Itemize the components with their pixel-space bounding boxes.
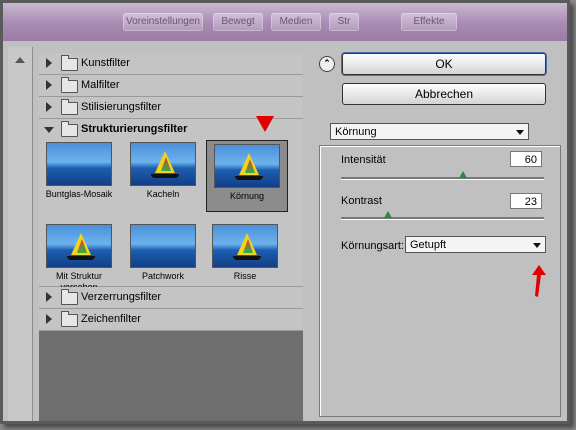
- category-malfilter[interactable]: Malfilter: [39, 75, 303, 97]
- titlebar-item-str[interactable]: Str: [329, 13, 359, 31]
- thumbnail-image: [214, 144, 280, 188]
- expand-triangle-icon[interactable]: [46, 292, 52, 302]
- grain-type-select[interactable]: Getupft: [405, 236, 546, 253]
- thumbnail-image: [46, 224, 112, 268]
- folder-icon: [61, 99, 78, 115]
- titlebar-item-medien[interactable]: Medien: [271, 13, 321, 31]
- grain-type-value: Getupft: [410, 239, 447, 251]
- expand-triangle-icon[interactable]: [46, 314, 52, 324]
- titlebar-item-effekte[interactable]: Effekte: [401, 13, 457, 31]
- filter-thumb-buntglas-mosaik[interactable]: Buntglas-Mosaik: [45, 142, 113, 200]
- chevron-down-icon: [533, 243, 541, 248]
- thumbnail-label: Risse: [233, 271, 257, 281]
- category-label: Zeichenfilter: [81, 313, 141, 325]
- scroll-up-icon[interactable]: [15, 57, 25, 63]
- collapse-triangle-icon[interactable]: [44, 127, 54, 133]
- category-label: Strukturierungsfilter: [81, 123, 188, 135]
- category-zeichenfilter[interactable]: Zeichenfilter: [39, 309, 303, 331]
- ok-button[interactable]: OK: [342, 53, 546, 75]
- folder-icon: [61, 77, 78, 93]
- category-label: Stilisierungsfilter: [81, 101, 162, 113]
- filter-thumb-patchwork[interactable]: Patchwork: [129, 224, 197, 282]
- intensity-input[interactable]: 60: [510, 151, 542, 167]
- grain-type-label: Körnungsart:: [341, 240, 404, 252]
- thumbnail-label: Körnung: [229, 191, 265, 201]
- thumbnail-image: [46, 142, 112, 186]
- contrast-input[interactable]: 23: [510, 193, 542, 209]
- filter-select[interactable]: Körnung: [330, 123, 529, 140]
- filter-thumbnails: Buntglas-Mosaik Kacheln Körnung Mit Stru…: [39, 140, 303, 292]
- filter-settings-panel: [319, 145, 561, 417]
- folder-icon: [61, 311, 78, 327]
- chevron-down-icon: [516, 130, 524, 135]
- thumbnail-label: Buntglas-Mosaik: [45, 189, 113, 199]
- folder-icon: [61, 121, 78, 137]
- intensity-label: Intensität: [341, 154, 386, 166]
- annotation-arrow-icon: [256, 116, 274, 132]
- title-bar: Voreinstellungen Bewegt Medien Str Effek…: [3, 3, 567, 41]
- filter-thumb-risse[interactable]: Risse: [211, 224, 279, 282]
- category-verzerrungsfilter[interactable]: Verzerrungsfilter: [39, 287, 303, 309]
- thumbnail-image: [130, 224, 196, 268]
- contrast-slider[interactable]: [341, 217, 544, 220]
- thumbnail-label: Patchwork: [141, 271, 185, 281]
- expand-triangle-icon[interactable]: [46, 58, 52, 68]
- filter-thumb-mit-struktur-versehen[interactable]: Mit Struktur versehen: [45, 224, 113, 293]
- category-label: Verzerrungsfilter: [81, 291, 162, 303]
- filter-thumb-kacheln[interactable]: Kacheln: [129, 142, 197, 200]
- expand-triangle-icon[interactable]: [46, 102, 52, 112]
- filter-thumb-koernung[interactable]: Körnung: [206, 140, 288, 212]
- titlebar-item-bewegt[interactable]: Bewegt: [213, 13, 263, 31]
- filter-gallery-dialog: Voreinstellungen Bewegt Medien Str Effek…: [0, 0, 570, 424]
- contrast-slider-thumb[interactable]: [383, 211, 392, 218]
- thumbnail-image: [130, 142, 196, 186]
- collapse-gallery-icon[interactable]: ⌃: [319, 56, 335, 72]
- preview-scrollbar[interactable]: [8, 47, 33, 421]
- expand-triangle-icon[interactable]: [46, 80, 52, 90]
- thumbnail-image: [212, 224, 278, 268]
- contrast-label: Kontrast: [341, 195, 382, 207]
- folder-icon: [61, 289, 78, 305]
- folder-icon: [61, 55, 78, 71]
- category-label: Kunstfilter: [81, 57, 130, 69]
- category-label: Malfilter: [81, 79, 120, 91]
- category-kunstfilter[interactable]: Kunstfilter: [39, 53, 303, 75]
- intensity-slider[interactable]: [341, 177, 544, 180]
- annotation-arrow-icon: [532, 265, 546, 297]
- cancel-button[interactable]: Abbrechen: [342, 83, 546, 105]
- filter-tree: Kunstfilter Malfilter Stilisierungsfilte…: [39, 53, 303, 421]
- filter-select-value: Körnung: [335, 126, 377, 138]
- thumbnail-label: Kacheln: [146, 189, 180, 199]
- titlebar-item-presets[interactable]: Voreinstellungen: [123, 13, 203, 31]
- intensity-slider-thumb[interactable]: [458, 171, 467, 178]
